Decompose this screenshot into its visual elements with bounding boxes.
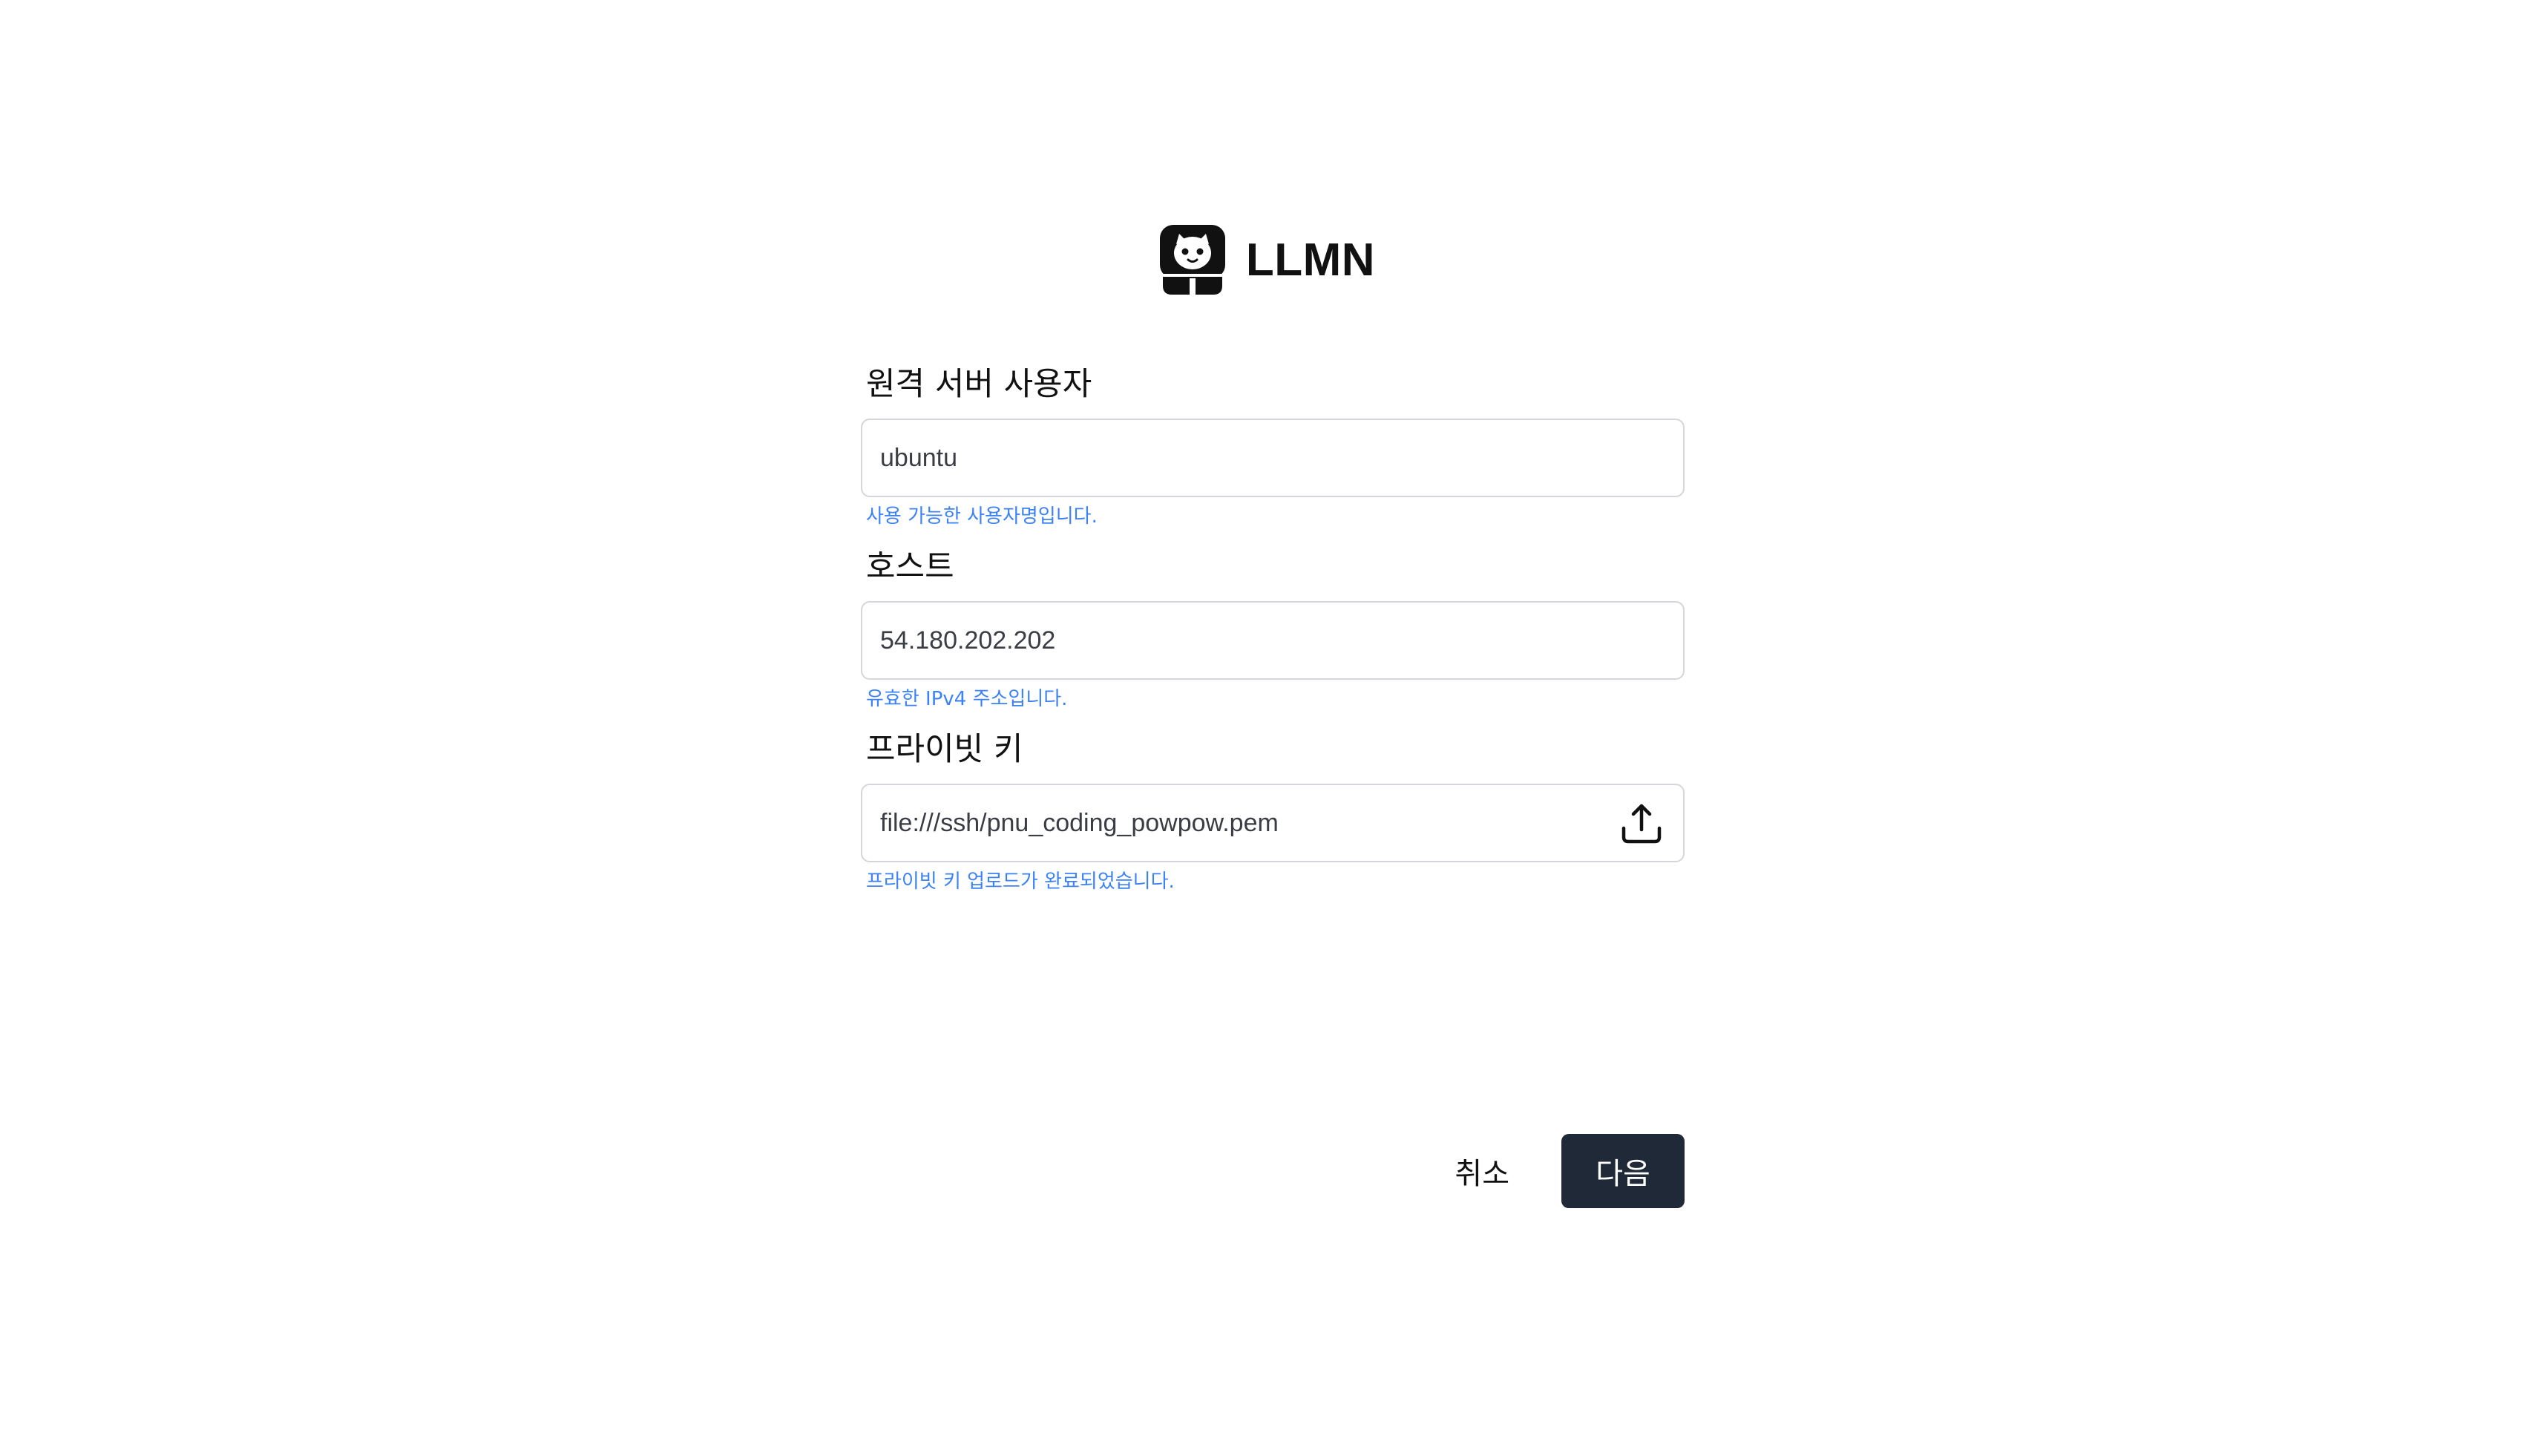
private-key-help-text: 프라이빗 키 업로드가 완료되었습니다. xyxy=(866,870,1175,893)
setup-page: LLMN 원격 서버 사용자 사용 가능한 사용자명입니다. 호스트 유효한 I… xyxy=(0,0,2535,1456)
host-input[interactable] xyxy=(880,603,1622,678)
host-input-box[interactable] xyxy=(861,601,1685,680)
remote-user-label: 원격 서버 사용자 xyxy=(866,366,1092,403)
remote-user-help-text: 사용 가능한 사용자명입니다. xyxy=(866,505,1098,528)
private-key-input-box[interactable] xyxy=(861,784,1685,862)
host-help-text: 유효한 IPv4 주소입니다. xyxy=(866,688,1068,710)
cat-face-logo-icon xyxy=(1159,225,1225,295)
host-field: 호스트 유효한 IPv4 주소입니다. xyxy=(861,545,1685,727)
private-key-field: 프라이빗 키 프라이빗 키 업로드가 완료되었습니다. xyxy=(861,727,1685,910)
host-label: 호스트 xyxy=(866,548,954,586)
next-button[interactable]: 다음 xyxy=(1561,1134,1685,1208)
form-actions: 취소 다음 xyxy=(1410,1134,1685,1208)
remote-user-input-box[interactable] xyxy=(861,419,1685,497)
cancel-button[interactable]: 취소 xyxy=(1432,1134,1532,1208)
private-key-input[interactable] xyxy=(880,785,1622,861)
brand-name: LLMN xyxy=(1245,234,1376,286)
ssh-connection-form: 원격 서버 사용자 사용 가능한 사용자명입니다. 호스트 유효한 IPv4 주… xyxy=(861,362,1685,910)
remote-user-input[interactable] xyxy=(880,420,1622,496)
remote-user-field: 원격 서버 사용자 사용 가능한 사용자명입니다. xyxy=(861,362,1685,545)
upload-button[interactable] xyxy=(1619,801,1664,846)
private-key-label: 프라이빗 키 xyxy=(866,731,1023,768)
upload-icon xyxy=(1621,804,1662,844)
brand-header: LLMN xyxy=(0,223,2535,297)
